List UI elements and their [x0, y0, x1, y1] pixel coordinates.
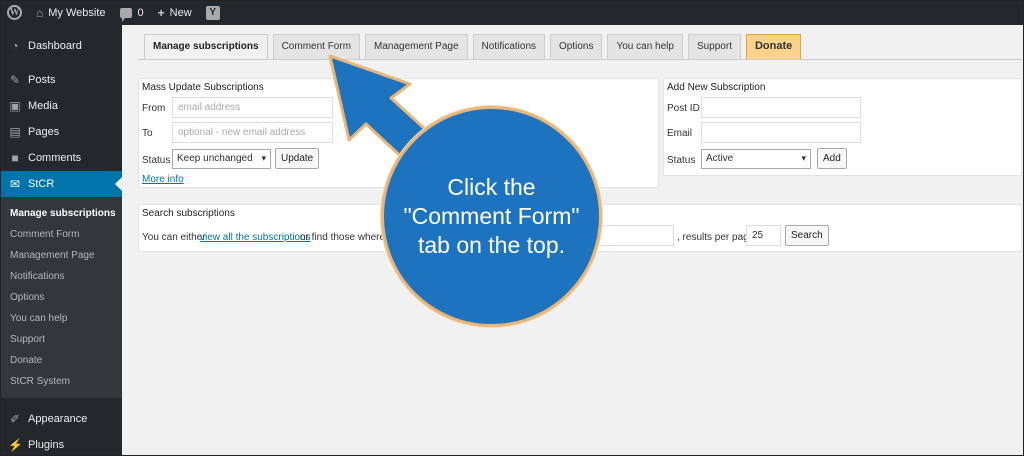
comments-icon: ■	[11, 151, 19, 165]
submenu-management-page[interactable]: Management Page	[0, 245, 122, 266]
sidebar-item-dashboard[interactable]: ◔ Dashboard	[0, 33, 122, 59]
submenu-stcr-system[interactable]: StCR System	[0, 371, 122, 392]
sidebar-item-posts[interactable]: ✎ Posts	[0, 67, 122, 93]
sidebar-item-label: Posts	[28, 74, 56, 86]
admin-bar: W ⌂ My Website 0 + New Y	[0, 0, 1024, 25]
site-name-link[interactable]: ⌂ My Website	[29, 0, 113, 25]
mass-update-title: Mass Update Subscriptions	[142, 82, 264, 93]
search-text-after: or find those where th	[300, 232, 397, 243]
tab-manage-subscriptions[interactable]: Manage subscriptions	[144, 34, 268, 59]
sidebar-item-plugins[interactable]: ⚡ Plugins	[0, 432, 122, 456]
submenu-you-can-help[interactable]: You can help	[0, 308, 122, 329]
add-button[interactable]: Add	[817, 148, 847, 169]
search-value-input[interactable]	[594, 225, 674, 246]
add-status-select[interactable]: Active	[701, 149, 811, 169]
sidebar-item-stcr[interactable]: ✉ StCR	[0, 171, 122, 197]
comments-count: 0	[137, 6, 144, 19]
sidebar-item-label: Appearance	[28, 413, 88, 425]
new-content-link[interactable]: + New	[151, 0, 199, 25]
add-subscription-panel: Add New Subscription Post ID Email Statu…	[663, 78, 1022, 176]
post-id-label: Post ID	[667, 103, 700, 114]
update-button[interactable]: Update	[275, 148, 320, 169]
submenu-manage-subscriptions[interactable]: Manage subscriptions	[0, 203, 122, 224]
admin-sidebar: ◔ Dashboard ✎ Posts ▣ Media ▤ Pages ■ Co…	[0, 25, 122, 456]
stcr-submenu: Manage subscriptions Comment Form Manage…	[0, 197, 122, 398]
email-label: Email	[667, 128, 693, 139]
yoast-menu[interactable]: Y	[199, 0, 227, 25]
search-panel: Search subscriptions You can either view…	[138, 204, 1022, 252]
sidebar-item-label: Plugins	[28, 439, 65, 451]
yoast-icon: Y	[205, 5, 220, 20]
brush-icon: ✐	[9, 412, 21, 426]
tab-donate[interactable]: Donate	[745, 34, 802, 59]
dashboard-icon: ◔	[11, 39, 19, 53]
status-select[interactable]: Keep unchanged	[172, 149, 271, 169]
tab-you-can-help[interactable]: You can help	[607, 34, 683, 59]
mail-icon: ✉	[9, 177, 21, 191]
wordpress-logo-icon: W	[7, 5, 22, 20]
comment-bubble-icon	[119, 7, 132, 22]
to-email-input[interactable]: optional - new email address	[172, 122, 333, 143]
submenu-support[interactable]: Support	[0, 329, 122, 350]
plug-icon: ⚡	[8, 438, 23, 452]
pin-icon: ✎	[9, 73, 21, 87]
tab-comment-form[interactable]: Comment Form	[272, 34, 361, 59]
sidebar-item-label: Pages	[28, 126, 60, 138]
sidebar-item-media[interactable]: ▣ Media	[0, 93, 122, 119]
tab-support[interactable]: Support	[687, 34, 741, 59]
plus-icon: +	[157, 5, 165, 20]
add-subscription-title: Add New Subscription	[667, 82, 766, 93]
more-info-link[interactable]: More info	[142, 174, 184, 185]
sidebar-item-label: Dashboard	[28, 40, 82, 52]
submenu-comment-form[interactable]: Comment Form	[0, 224, 122, 245]
mass-update-panel: Mass Update Subscriptions From email add…	[138, 78, 659, 188]
search-button[interactable]: Search	[785, 225, 829, 246]
settings-tabs: Manage subscriptions Comment Form Manage…	[144, 34, 802, 59]
sidebar-item-comments[interactable]: ■ Comments	[0, 145, 122, 171]
tab-options[interactable]: Options	[550, 34, 603, 59]
to-label: To	[142, 128, 153, 139]
sidebar-item-pages[interactable]: ▤ Pages	[0, 119, 122, 145]
sidebar-item-label: Media	[28, 100, 58, 112]
tab-notifications[interactable]: Notifications	[472, 34, 546, 59]
status-label: Status	[142, 155, 171, 166]
results-per-page-input[interactable]: 25	[746, 225, 781, 246]
home-icon: ⌂	[36, 5, 44, 20]
sidebar-item-label: StCR	[28, 178, 55, 190]
from-email-input[interactable]: email address	[172, 97, 333, 118]
view-all-subscriptions-link[interactable]: view all the subscriptions	[200, 232, 311, 243]
wp-logo-menu[interactable]: W	[0, 0, 29, 25]
submenu-options[interactable]: Options	[0, 287, 122, 308]
comments-link[interactable]: 0	[113, 0, 151, 25]
search-title: Search subscriptions	[142, 208, 235, 219]
pages-icon: ▤	[9, 125, 21, 139]
media-icon: ▣	[9, 99, 21, 113]
tab-management-page[interactable]: Management Page	[365, 34, 468, 59]
from-label: From	[142, 103, 166, 114]
post-id-input[interactable]	[701, 97, 861, 118]
site-name: My Website	[48, 6, 106, 19]
submenu-notifications[interactable]: Notifications	[0, 266, 122, 287]
search-text-before: You can either	[142, 232, 206, 243]
sidebar-item-label: Comments	[28, 152, 82, 164]
new-label: New	[169, 6, 192, 19]
sidebar-item-appearance[interactable]: ✐ Appearance	[0, 406, 122, 432]
add-status-label: Status	[667, 155, 696, 166]
submenu-donate[interactable]: Donate	[0, 350, 122, 371]
email-input[interactable]	[701, 122, 861, 143]
tab-divider	[138, 59, 1022, 60]
